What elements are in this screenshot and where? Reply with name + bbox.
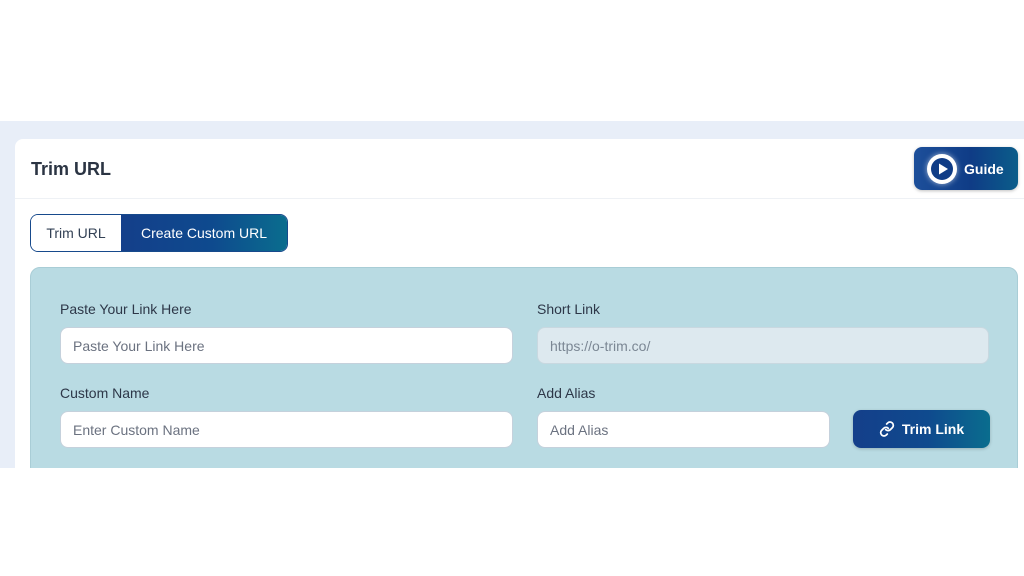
tab-create-custom-url[interactable]: Create Custom URL (121, 215, 287, 251)
link-icon (879, 421, 895, 437)
custom-url-form: Paste Your Link Here Short Link Custom N… (30, 267, 1018, 468)
custom-name-input[interactable] (60, 411, 513, 448)
guide-button-label: Guide (964, 160, 1004, 177)
alias-input[interactable] (537, 411, 830, 448)
card-title: Trim URL (31, 159, 112, 179)
custom-name-label: Custom Name (60, 385, 150, 401)
alias-label: Add Alias (537, 385, 596, 401)
url-mode-tabs: Trim URL Create Custom URL (30, 214, 288, 252)
short-link-label: Short Link (537, 301, 601, 317)
paste-link-input[interactable] (60, 327, 513, 364)
guide-button[interactable]: Guide (914, 147, 1018, 190)
play-circle-icon (927, 153, 957, 184)
tab-trim-url[interactable]: Trim URL (31, 215, 121, 251)
trim-link-label: Trim Link (901, 421, 965, 437)
page: Trim URL Guide Trim URL Create Custom UR… (0, 0, 1024, 576)
paste-link-label: Paste Your Link Here (60, 301, 192, 317)
short-link-input[interactable] (537, 327, 989, 364)
trim-url-card: Trim URL Guide Trim URL Create Custom UR… (15, 139, 1024, 468)
card-header: Trim URL Guide (15, 139, 1024, 199)
trim-link-button[interactable]: Trim Link (853, 410, 990, 448)
